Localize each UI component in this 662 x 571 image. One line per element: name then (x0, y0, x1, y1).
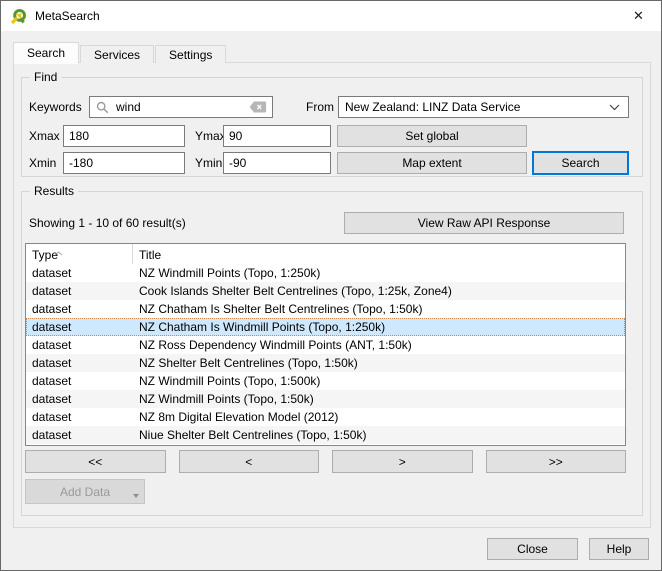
results-group-label: Results (30, 184, 78, 199)
window-close-button[interactable]: ✕ (616, 1, 661, 31)
catalog-selected-value: New Zealand: LINZ Data Service (345, 100, 609, 114)
metasearch-dialog: MetaSearch ✕ Search Services Settings Fi… (0, 0, 662, 571)
table-header: Type Title (26, 244, 625, 264)
help-button[interactable]: Help (589, 538, 649, 560)
search-button[interactable]: Search (532, 151, 629, 175)
table-row[interactable]: dataset Niue Shelter Belt Centrelines (T… (26, 426, 625, 444)
row-title: NZ Windmill Points (Topo, 1:500k) (133, 372, 625, 390)
row-title: NZ Chatham Is Windmill Points (Topo, 1:2… (133, 318, 625, 336)
table-row[interactable]: dataset NZ Chatham Is Shelter Belt Centr… (26, 300, 625, 318)
last-page-button[interactable]: >> (486, 450, 627, 473)
tab-bar: Search Services Settings (13, 42, 227, 63)
ymin-value: -90 (229, 156, 246, 170)
menu-arrow-icon (133, 494, 139, 498)
first-page-button[interactable]: << (25, 450, 166, 473)
row-type: dataset (26, 426, 133, 444)
row-type: dataset (26, 408, 133, 426)
row-title: NZ Windmill Points (Topo, 1:50k) (133, 390, 625, 408)
row-type: dataset (26, 354, 133, 372)
xmax-label: Xmax (29, 125, 60, 147)
row-title: NZ Chatham Is Shelter Belt Centrelines (… (133, 300, 625, 318)
tab-search[interactable]: Search (13, 42, 79, 63)
column-header-type[interactable]: Type (26, 244, 133, 264)
row-title: Cook Islands Shelter Belt Centrelines (T… (133, 282, 625, 300)
view-raw-api-response-button[interactable]: View Raw API Response (344, 212, 624, 234)
map-extent-button[interactable]: Map extent (337, 152, 527, 174)
row-type: dataset (26, 318, 133, 336)
clear-search-icon[interactable] (249, 101, 267, 113)
keywords-value: wind (116, 100, 249, 114)
keywords-input[interactable]: wind (89, 96, 273, 118)
xmin-label: Xmin (29, 152, 56, 174)
column-header-title[interactable]: Title (133, 244, 625, 264)
row-title: NZ 8m Digital Elevation Model (2012) (133, 408, 625, 426)
ymin-label: Ymin (195, 152, 222, 174)
next-page-button[interactable]: > (332, 450, 473, 473)
tab-services[interactable]: Services (80, 45, 154, 63)
sort-ascending-icon (54, 245, 63, 259)
ymin-input[interactable]: -90 (223, 152, 331, 174)
from-label: From (306, 96, 334, 118)
magnifier-icon (96, 101, 109, 114)
pagination-bar: << < > >> (25, 450, 626, 473)
catalog-select[interactable]: New Zealand: LINZ Data Service (338, 96, 629, 118)
xmin-value: -180 (69, 156, 93, 170)
row-type: dataset (26, 282, 133, 300)
find-group-label: Find (30, 70, 61, 85)
xmax-value: 180 (69, 129, 89, 143)
row-title: Niue Shelter Belt Centrelines (Topo, 1:5… (133, 426, 625, 444)
ymax-input[interactable]: 90 (223, 125, 331, 147)
qgis-logo-icon (11, 8, 27, 24)
xmin-input[interactable]: -180 (63, 152, 185, 174)
row-type: dataset (26, 372, 133, 390)
ymax-value: 90 (229, 129, 242, 143)
tab-settings[interactable]: Settings (155, 45, 226, 63)
xmax-input[interactable]: 180 (63, 125, 185, 147)
title-bar: MetaSearch ✕ (1, 1, 661, 31)
row-type: dataset (26, 300, 133, 318)
table-row[interactable]: dataset NZ 8m Digital Elevation Model (2… (26, 408, 625, 426)
table-row[interactable]: dataset NZ Shelter Belt Centrelines (Top… (26, 354, 625, 372)
table-row[interactable]: dataset NZ Windmill Points (Topo, 1:250k… (26, 264, 625, 282)
row-title: NZ Windmill Points (Topo, 1:250k) (133, 264, 625, 282)
row-type: dataset (26, 336, 133, 354)
table-row[interactable]: dataset NZ Ross Dependency Windmill Poin… (26, 336, 625, 354)
row-title: NZ Shelter Belt Centrelines (Topo, 1:50k… (133, 354, 625, 372)
table-row-selected[interactable]: dataset NZ Chatham Is Windmill Points (T… (26, 318, 625, 336)
chevron-down-icon (609, 104, 620, 111)
set-global-button[interactable]: Set global (337, 125, 527, 147)
add-data-button[interactable]: Add Data (25, 479, 145, 504)
table-row[interactable]: dataset NZ Windmill Points (Topo, 1:500k… (26, 372, 625, 390)
close-button[interactable]: Close (487, 538, 578, 560)
row-type: dataset (26, 264, 133, 282)
ymax-label: Ymax (195, 125, 226, 147)
row-type: dataset (26, 390, 133, 408)
results-status-text: Showing 1 - 10 of 60 result(s) (29, 212, 186, 234)
keywords-label: Keywords (29, 96, 82, 118)
window-title: MetaSearch (35, 1, 100, 31)
results-table: Type Title dataset NZ Windmill Points (T… (25, 243, 626, 446)
table-row[interactable]: dataset NZ Windmill Points (Topo, 1:50k) (26, 390, 625, 408)
table-row[interactable]: dataset Cook Islands Shelter Belt Centre… (26, 282, 625, 300)
row-title: NZ Ross Dependency Windmill Points (ANT,… (133, 336, 625, 354)
previous-page-button[interactable]: < (179, 450, 320, 473)
